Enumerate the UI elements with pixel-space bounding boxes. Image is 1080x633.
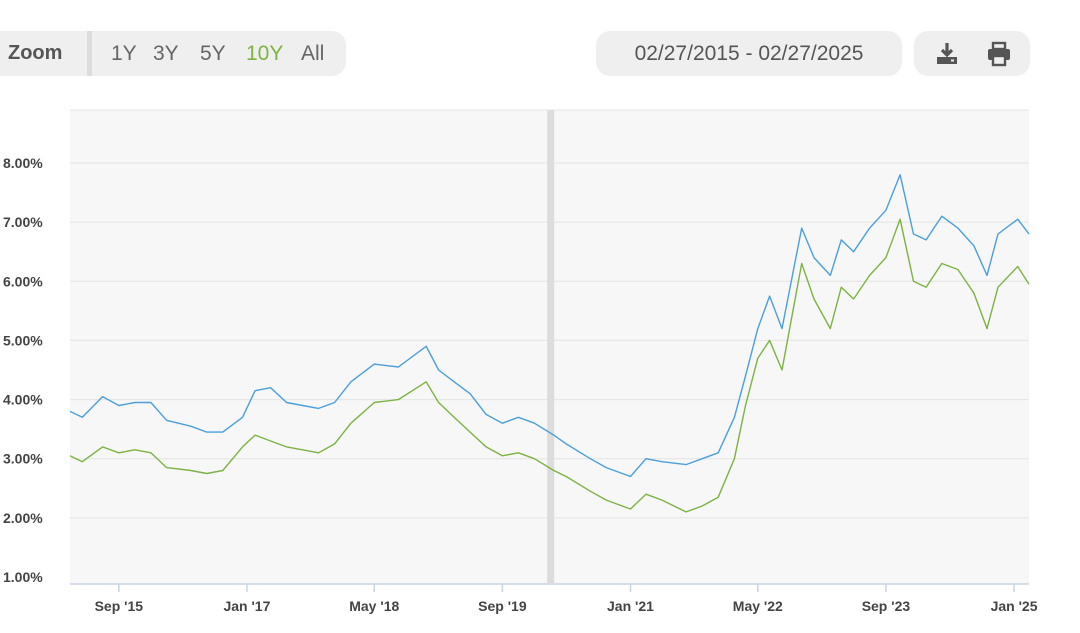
series-line-green [69,218,1030,513]
zoom-label: Zoom [8,42,63,64]
export-toolbar [914,31,1030,76]
date-range-display[interactable]: 02/27/2015 - 02/27/2025 [596,31,902,76]
x-tick-label: Jan '25 [991,598,1038,614]
y-tick-label: 7.00% [3,214,43,230]
range-10y-button[interactable]: 10Y [246,31,283,76]
x-tick-label: Sep '19 [478,598,527,614]
download-icon[interactable] [933,40,961,68]
y-tick-label: 2.00% [3,510,43,526]
range-3y-button[interactable]: 3Y [153,31,179,76]
x-tick-label: Sep '15 [95,598,144,614]
y-tick-label: 8.00% [3,155,43,171]
x-tick-label: Sep '23 [862,598,911,614]
series-line-blue [69,174,1030,478]
line-chart: 1.00% 2.00% 3.00% 4.00% 5.00% 6.00% 7.00% 8.00%… [3,109,1038,614]
x-tick-label: May '18 [349,598,399,614]
highlight-band [547,110,555,584]
print-icon[interactable] [985,40,1013,68]
y-tick-label: 1.00% [3,569,43,585]
y-tick-label: 6.00% [3,273,43,289]
y-tick-label: 3.00% [3,451,43,467]
range-1y-button[interactable]: 1Y [111,31,137,76]
y-tick-label: 4.00% [3,392,43,408]
zoom-divider [87,31,92,76]
x-tick-label: May '22 [733,598,783,614]
range-all-button[interactable]: All [301,31,324,76]
plot-area [70,110,1029,584]
range-5y-button[interactable]: 5Y [200,31,226,76]
x-tick-label: Jan '21 [607,598,654,614]
y-tick-label: 5.00% [3,332,43,348]
x-tick-label: Jan '17 [223,598,270,614]
